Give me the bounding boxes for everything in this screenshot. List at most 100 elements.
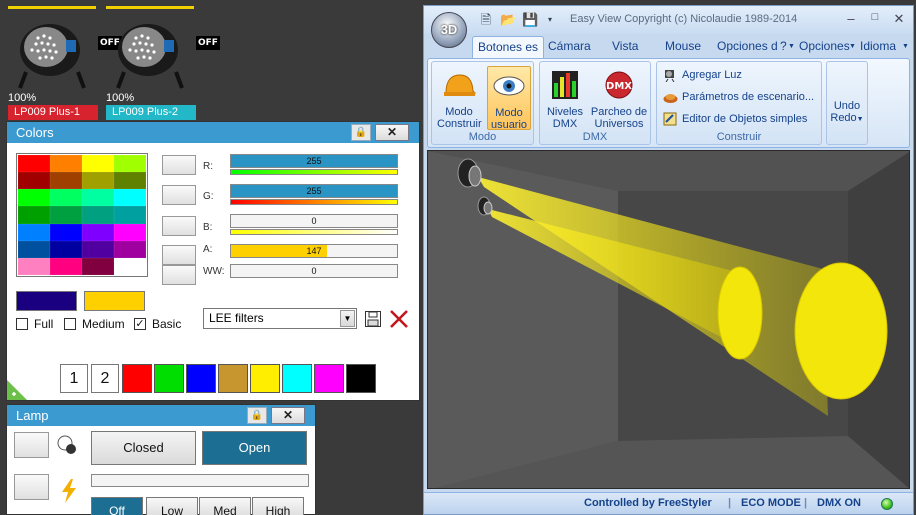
level-off-button[interactable]: Off <box>91 497 143 515</box>
colors-panel-title[interactable]: Colors 🔒 ✕ <box>7 122 419 143</box>
tab-help[interactable]: ? <box>780 39 787 53</box>
shutter-button[interactable] <box>14 432 49 458</box>
chevron-down-icon[interactable]: ▼ <box>788 43 795 50</box>
niveles-dmx-button[interactable]: Niveles DMX <box>543 66 587 130</box>
preset-color-swatch[interactable] <box>346 364 376 393</box>
lamp-power-button[interactable] <box>14 474 49 500</box>
channel-b-slider[interactable]: 0 <box>230 214 398 228</box>
lock-icon[interactable]: 🔒 <box>351 124 371 141</box>
channel-r-slider[interactable]: 255 <box>230 154 398 168</box>
preset-color-swatch[interactable] <box>186 364 216 393</box>
agregar-luz-button[interactable]: Agregar Luz <box>663 68 742 82</box>
new-file-icon[interactable]: 🗎 <box>478 12 494 28</box>
delete-icon[interactable] <box>388 308 410 330</box>
channel-ww-button[interactable] <box>162 265 196 285</box>
palette-swatch[interactable] <box>18 189 50 207</box>
checkbox-basic[interactable]: ✓ Basic <box>134 317 181 331</box>
level-med-button[interactable]: Med <box>199 497 251 515</box>
palette-swatch[interactable] <box>114 240 146 258</box>
maximize-icon[interactable]: □ <box>864 11 886 23</box>
palette-swatch[interactable] <box>18 155 50 173</box>
preset-color-swatch[interactable] <box>314 364 344 393</box>
palette-swatch[interactable] <box>82 257 114 275</box>
editor-objetos-button[interactable]: Editor de Objetos simples <box>663 112 807 126</box>
palette-swatch[interactable] <box>18 240 50 258</box>
palette-swatch[interactable] <box>82 189 114 207</box>
checkbox-box[interactable] <box>16 318 28 330</box>
level-high-button[interactable]: High <box>252 497 304 515</box>
channel-a-slider[interactable]: 147 <box>230 244 398 258</box>
tab-camara[interactable]: Cámara <box>548 39 591 53</box>
customize-toolbar-icon[interactable]: ▾ <box>542 12 558 28</box>
checkbox-box[interactable] <box>64 318 76 330</box>
palette-swatch[interactable] <box>50 206 82 224</box>
channel-ww-slider[interactable]: 0 <box>230 264 398 278</box>
palette-swatch[interactable] <box>18 223 50 241</box>
preset-color-swatch[interactable] <box>250 364 280 393</box>
3d-viewport[interactable] <box>427 150 910 489</box>
palette-swatch[interactable] <box>82 155 114 173</box>
preset-2[interactable]: 2 <box>91 364 119 393</box>
tab-mouse[interactable]: Mouse <box>665 39 701 53</box>
preset-color-swatch[interactable] <box>282 364 312 393</box>
lamp-panel-title[interactable]: Lamp 🔒 ✕ <box>7 405 315 426</box>
minimize-icon[interactable]: – <box>840 11 862 26</box>
preset-color-swatch[interactable] <box>154 364 184 393</box>
tab-vista[interactable]: Vista <box>612 39 638 53</box>
checkbox-medium[interactable]: Medium <box>64 317 125 331</box>
chevron-down-icon[interactable]: ▼ <box>902 43 909 50</box>
tab-botones[interactable]: Botones es <box>472 36 545 58</box>
palette-swatch[interactable] <box>114 223 146 241</box>
channel-a-button[interactable] <box>162 245 196 265</box>
app-menu-orb[interactable]: 3D <box>431 12 467 48</box>
shutter-open-button[interactable]: Open <box>202 431 307 465</box>
shutter-closed-button[interactable]: Closed <box>91 431 196 465</box>
close-button[interactable]: ✕ <box>375 124 409 141</box>
palette-swatch[interactable] <box>18 206 50 224</box>
undo-redo-button[interactable]: Undo Redo▼ <box>827 100 867 126</box>
palette-swatch[interactable] <box>50 223 82 241</box>
channel-r-button[interactable] <box>162 155 196 175</box>
palette-swatch[interactable] <box>50 240 82 258</box>
parcheo-universos-button[interactable]: DMX Parcheo de Universos <box>590 66 648 130</box>
chevron-down-icon[interactable]: ▼ <box>340 310 355 327</box>
palette-swatch[interactable] <box>82 206 114 224</box>
tab-opciones-d[interactable]: Opciones d <box>717 39 778 53</box>
palette-swatch[interactable] <box>18 172 50 190</box>
open-folder-icon[interactable]: 📂 <box>500 12 516 28</box>
corner-add-icon[interactable] <box>7 380 27 400</box>
selected-color-2[interactable] <box>84 291 145 311</box>
close-icon[interactable]: ✕ <box>888 11 910 27</box>
save-icon[interactable] <box>364 310 382 328</box>
close-button[interactable]: ✕ <box>271 407 305 424</box>
color-palette[interactable] <box>16 153 148 277</box>
preset-color-swatch[interactable] <box>122 364 152 393</box>
selected-color-1[interactable] <box>16 291 77 311</box>
palette-swatch[interactable] <box>114 172 146 190</box>
channel-g-button[interactable] <box>162 185 196 205</box>
fixture-lp009-plus-2[interactable]: OFF 100% LP009 Plus-2 <box>104 6 220 120</box>
preset-color-swatch[interactable] <box>218 364 248 393</box>
level-low-button[interactable]: Low <box>146 497 198 515</box>
palette-swatch[interactable] <box>18 257 50 275</box>
palette-swatch[interactable] <box>50 155 82 173</box>
palette-swatch[interactable] <box>114 206 146 224</box>
palette-swatch[interactable] <box>114 257 146 275</box>
fixture-lp009-plus-1[interactable]: OFF 100% LP009 Plus-1 <box>6 6 122 120</box>
modo-construir-button[interactable]: Modo Construir <box>437 66 482 130</box>
checkbox-box-checked[interactable]: ✓ <box>134 318 146 330</box>
channel-b-button[interactable] <box>162 216 196 236</box>
channel-g-slider[interactable]: 255 <box>230 184 398 198</box>
tab-idioma[interactable]: Idioma <box>860 39 896 53</box>
lock-icon[interactable]: 🔒 <box>247 407 267 424</box>
palette-swatch[interactable] <box>114 155 146 173</box>
palette-swatch[interactable] <box>82 223 114 241</box>
palette-swatch[interactable] <box>82 240 114 258</box>
palette-swatch[interactable] <box>50 172 82 190</box>
save-icon[interactable]: 💾 <box>522 12 538 28</box>
palette-swatch[interactable] <box>50 257 82 275</box>
preset-1[interactable]: 1 <box>60 364 88 393</box>
chevron-down-icon[interactable]: ▼ <box>849 43 856 50</box>
palette-swatch[interactable] <box>50 189 82 207</box>
modo-usuario-button[interactable]: Modo usuario <box>487 66 531 131</box>
